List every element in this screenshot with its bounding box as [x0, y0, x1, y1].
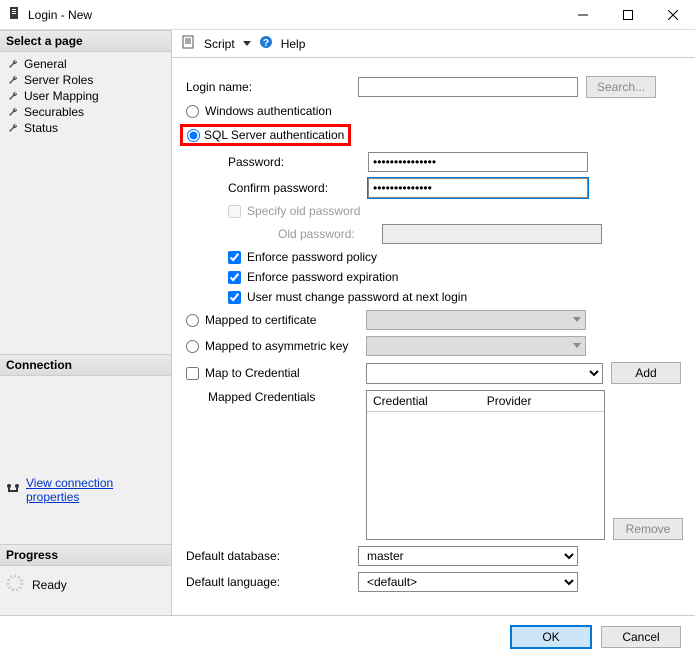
enforce-policy-label: Enforce password policy: [247, 250, 377, 264]
mapped-cert-label: Mapped to certificate: [205, 313, 316, 327]
sidebar-item-label: General: [24, 57, 67, 71]
enforce-policy-checkbox[interactable]: [228, 251, 241, 264]
wrench-icon: [8, 74, 20, 86]
ok-button[interactable]: OK: [511, 626, 591, 648]
sidebar-item-status[interactable]: Status: [4, 120, 167, 136]
sidebar-item-label: Status: [24, 121, 58, 135]
wrench-icon: [8, 122, 20, 134]
connection-header: Connection: [0, 354, 171, 376]
progress-header: Progress: [0, 544, 171, 566]
toolbar: Script ? Help: [172, 30, 695, 58]
close-button[interactable]: [650, 0, 695, 29]
maximize-button[interactable]: [605, 0, 650, 29]
must-change-label: User must change password at next login: [247, 290, 467, 304]
cancel-button[interactable]: Cancel: [601, 626, 681, 648]
main-panel: Script ? Help Login name: Search... Wind…: [172, 30, 695, 615]
select-page-header: Select a page: [0, 30, 171, 52]
sidebar: Select a page General Server Roles User …: [0, 30, 172, 615]
password-label: Password:: [208, 155, 360, 169]
windows-auth-radio[interactable]: [186, 105, 199, 118]
mapped-credentials-label: Mapped Credentials: [186, 390, 358, 404]
view-connection-properties-link[interactable]: View connection properties: [26, 476, 165, 504]
mapped-cert-radio[interactable]: [186, 314, 199, 327]
help-icon: ?: [259, 35, 273, 52]
sql-auth-highlight: SQL Server authentication: [180, 124, 351, 146]
sidebar-item-securables[interactable]: Securables: [4, 104, 167, 120]
old-password-input: [382, 224, 602, 244]
column-credential: Credential: [367, 391, 481, 411]
remove-button[interactable]: Remove: [613, 518, 683, 540]
specify-old-password-label: Specify old password: [247, 204, 360, 218]
help-button[interactable]: Help: [281, 37, 306, 51]
sidebar-item-user-mapping[interactable]: User Mapping: [4, 88, 167, 104]
script-button[interactable]: Script: [204, 37, 235, 51]
progress-status: Ready: [32, 578, 67, 592]
default-database-label: Default database:: [186, 549, 350, 563]
connection-icon: [6, 482, 20, 499]
svg-text:?: ?: [263, 38, 269, 49]
confirm-password-label: Confirm password:: [208, 181, 360, 195]
enforce-expiration-checkbox[interactable]: [228, 271, 241, 284]
enforce-expiration-label: Enforce password expiration: [247, 270, 398, 284]
progress-spinner-icon: [6, 574, 24, 595]
wrench-icon: [8, 90, 20, 102]
password-input[interactable]: [368, 152, 588, 172]
default-database-select[interactable]: master: [358, 546, 578, 566]
specify-old-password-checkbox: [228, 205, 241, 218]
window-title: Login - New: [28, 8, 560, 22]
sidebar-item-label: Securables: [24, 105, 84, 119]
app-icon: [8, 6, 22, 23]
certificate-dropdown: [366, 310, 586, 330]
search-button[interactable]: Search...: [586, 76, 656, 98]
sidebar-item-label: User Mapping: [24, 89, 99, 103]
sql-auth-radio[interactable]: [187, 129, 200, 142]
script-dropdown-icon[interactable]: [243, 37, 251, 51]
login-name-label: Login name:: [186, 80, 350, 94]
sidebar-item-label: Server Roles: [24, 73, 93, 87]
sql-auth-label: SQL Server authentication: [204, 128, 344, 142]
default-language-label: Default language:: [186, 575, 350, 589]
title-bar: Login - New: [0, 0, 695, 30]
wrench-icon: [8, 106, 20, 118]
credential-dropdown[interactable]: [366, 363, 603, 384]
sidebar-item-server-roles[interactable]: Server Roles: [4, 72, 167, 88]
mapped-asym-radio[interactable]: [186, 340, 199, 353]
script-icon: [182, 35, 196, 52]
map-credential-label: Map to Credential: [205, 366, 300, 380]
old-password-label: Old password:: [234, 227, 374, 241]
windows-auth-label: Windows authentication: [205, 104, 332, 118]
wrench-icon: [8, 58, 20, 70]
column-provider: Provider: [481, 391, 604, 411]
add-button[interactable]: Add: [611, 362, 681, 384]
asym-key-dropdown: [366, 336, 586, 356]
dialog-footer: OK Cancel: [0, 615, 695, 658]
mapped-credentials-table[interactable]: Credential Provider: [366, 390, 605, 540]
login-name-input[interactable]: [358, 77, 578, 97]
mapped-asym-label: Mapped to asymmetric key: [205, 339, 348, 353]
sidebar-item-general[interactable]: General: [4, 56, 167, 72]
minimize-button[interactable]: [560, 0, 605, 29]
confirm-password-input[interactable]: [368, 178, 588, 198]
map-credential-checkbox[interactable]: [186, 367, 199, 380]
must-change-checkbox[interactable]: [228, 291, 241, 304]
default-language-select[interactable]: <default>: [358, 572, 578, 592]
